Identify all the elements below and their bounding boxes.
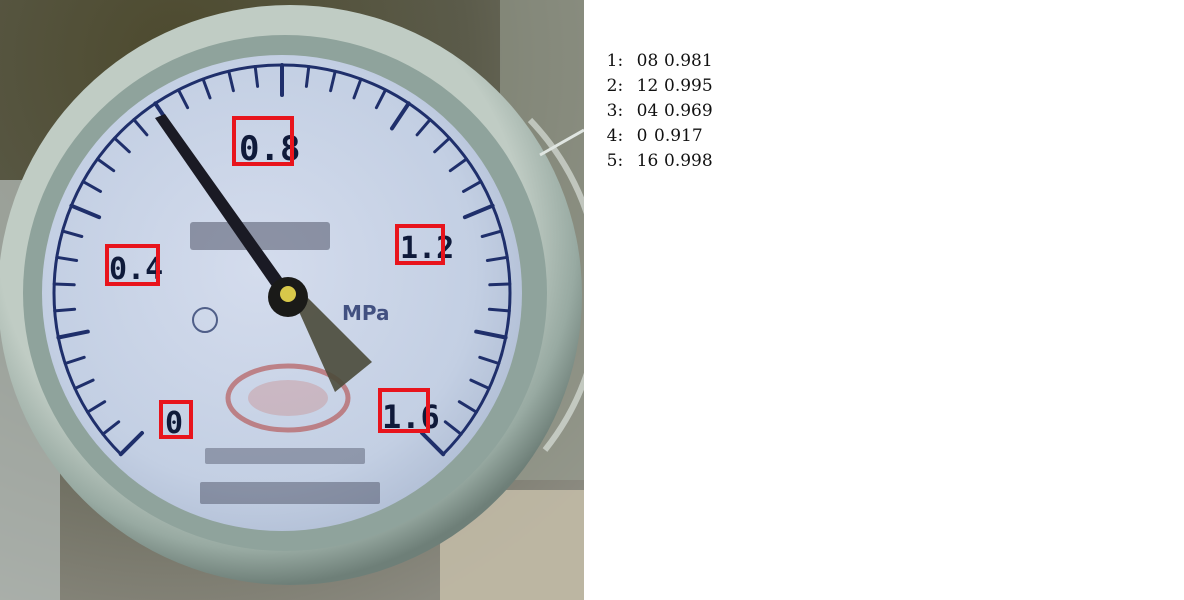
result-row: 3: 04 0.969 [585, 74, 713, 121]
dial-numeral-04: 0.4 [109, 252, 163, 287]
unit-label: MPa [342, 301, 390, 325]
results-panel: 1: 08 0.981 2: 12 0.995 3: 04 0.969 4: 0 0.917 5… [584, 0, 1184, 600]
result-score: 0.969 [664, 101, 713, 121]
result-score: 0.998 [664, 151, 713, 171]
dial-tick [488, 282, 512, 287]
result-row: 1: 08 0.981 [585, 24, 713, 71]
dial-numeral-12: 1.2 [400, 231, 454, 266]
dial-tick [53, 307, 77, 313]
dial-tick [52, 282, 76, 287]
dial-tick [487, 307, 511, 313]
result-row: 4: 0 0.917 [585, 99, 703, 146]
result-index: 5: [606, 151, 624, 171]
result-row: 5: 16 0.998 [585, 124, 713, 171]
result-score: 0.995 [664, 76, 713, 96]
gauge-image: MPa 0.8 1.2 0.4 0 1.6 [0, 0, 584, 600]
gauge-photo: MPa 0.8 1.2 0.4 0 1.6 [0, 0, 584, 600]
result-text: 16 [636, 151, 659, 171]
result-score: 0.981 [664, 51, 713, 71]
result-score: 0.917 [654, 126, 703, 146]
result-row: 2: 12 0.995 [585, 49, 713, 96]
